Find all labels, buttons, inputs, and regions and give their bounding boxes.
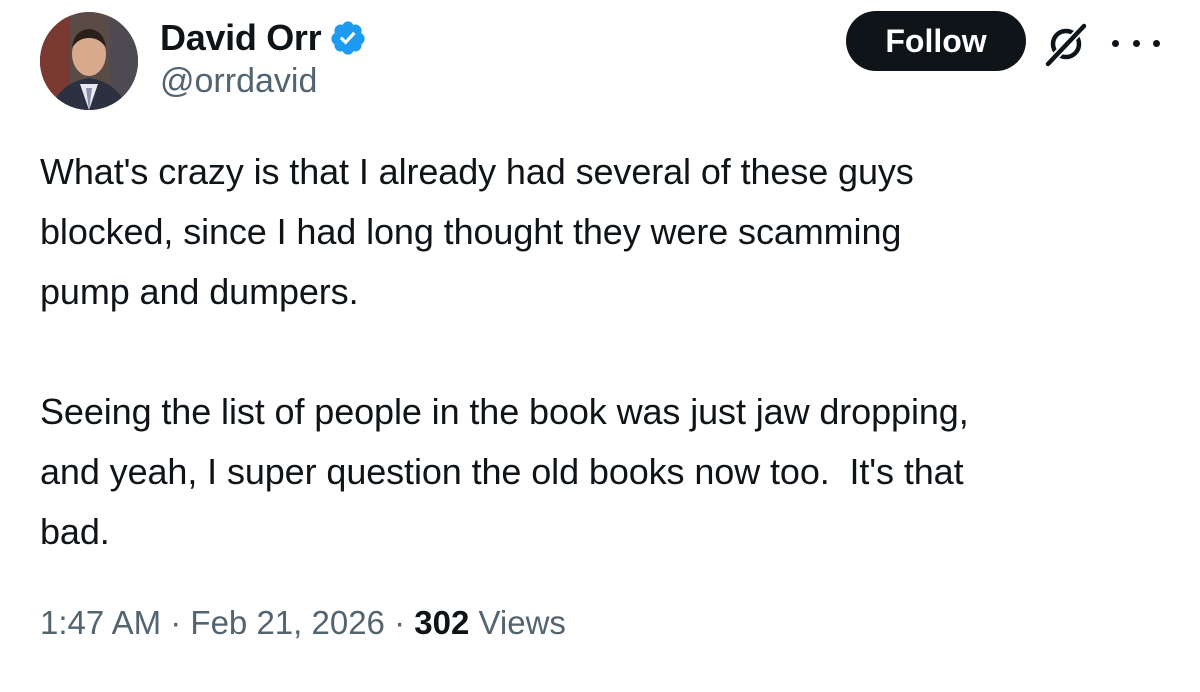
- verified-badge-icon[interactable]: [329, 19, 367, 57]
- display-name-row: David Orr: [160, 10, 367, 66]
- tweet-meta: 1:47 AM · Feb 21, 2026 · 302 Views: [40, 604, 566, 642]
- follow-button[interactable]: Follow: [846, 11, 1026, 71]
- display-name[interactable]: David Orr: [160, 17, 322, 59]
- separator: ·: [384, 604, 415, 641]
- views-label: Views: [469, 604, 566, 641]
- tweet-paragraph-2: Seeing the list of people in the book wa…: [40, 391, 969, 552]
- dot-icon: [1132, 39, 1140, 47]
- grok-icon[interactable]: [1040, 18, 1092, 70]
- handle[interactable]: @orrdavid: [160, 62, 367, 101]
- more-options-icon[interactable]: [1112, 28, 1160, 58]
- views-count: 302: [414, 604, 470, 641]
- dot-icon: [1112, 39, 1119, 47]
- separator: ·: [161, 604, 191, 641]
- timestamp-date[interactable]: Feb 21, 2026: [190, 604, 385, 641]
- timestamp-time[interactable]: 1:47 AM: [40, 604, 161, 641]
- avatar[interactable]: [40, 12, 138, 110]
- tweet-card: David Orr @orrdavid Follow What's crazy …: [0, 0, 1200, 692]
- avatar-photo: [40, 12, 138, 110]
- author-info: David Orr @orrdavid: [160, 10, 367, 101]
- tweet-text: What's crazy is that I already had sever…: [40, 142, 1170, 562]
- tweet-paragraph-1: What's crazy is that I already had sever…: [40, 151, 914, 312]
- dot-icon: [1153, 39, 1160, 47]
